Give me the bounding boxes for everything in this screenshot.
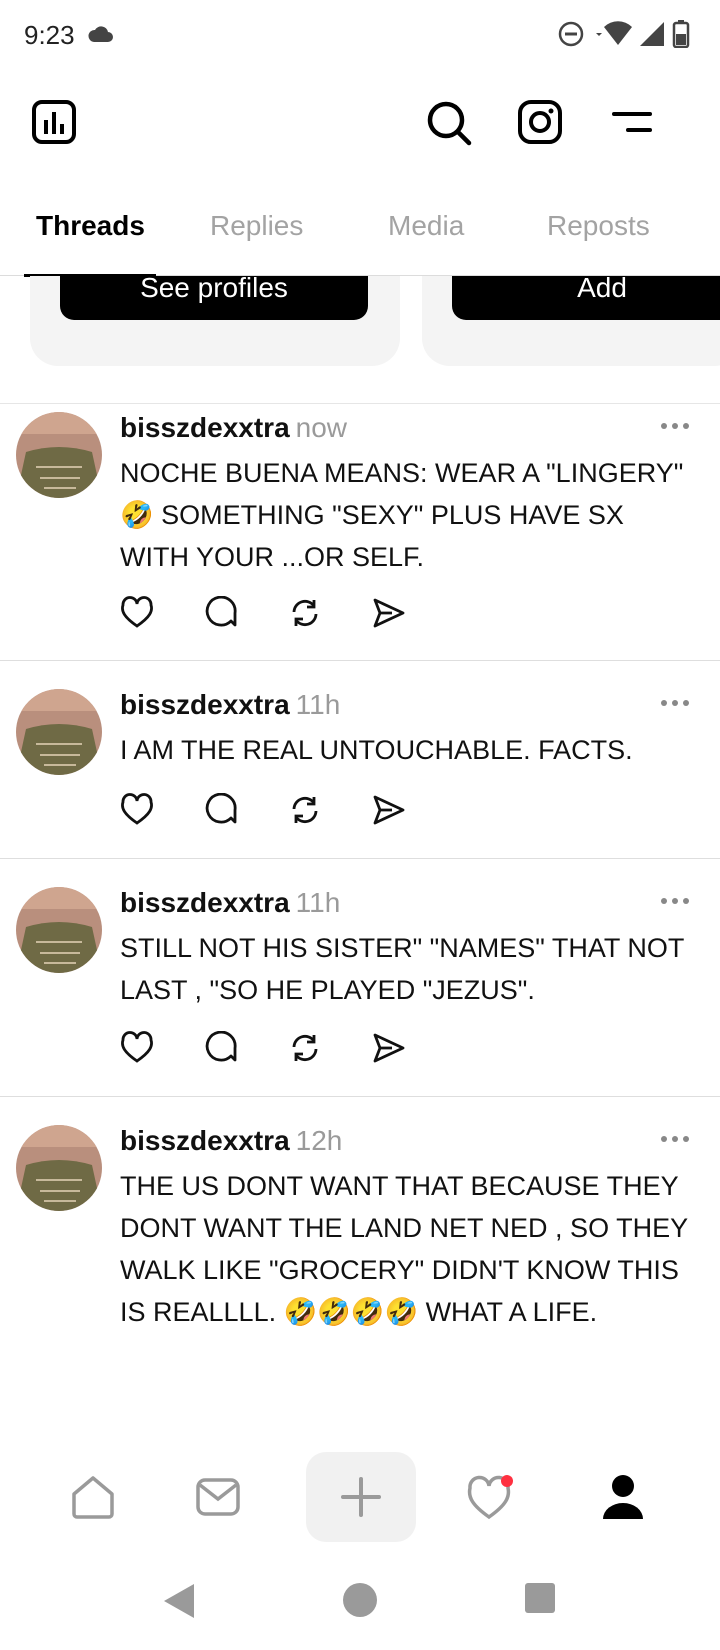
repost-icon[interactable] [288, 793, 322, 827]
post-header: bisszdexxtra 11h [120, 887, 340, 919]
comment-icon[interactable] [204, 792, 238, 827]
thread-post[interactable]: bisszdexxtra 12h THE US DONT WANT THAT BE… [0, 1097, 720, 1452]
more-options-icon[interactable] [660, 893, 690, 911]
post-actions [120, 595, 406, 630]
cloud-icon [88, 26, 114, 47]
share-icon[interactable] [372, 793, 406, 827]
share-icon[interactable] [372, 1031, 406, 1065]
tab-media[interactable]: Media [388, 210, 464, 242]
timestamp: 11h [295, 887, 341, 918]
timestamp: 12h [295, 1125, 343, 1156]
system-navigation [0, 1560, 720, 1650]
wifi-icon [592, 21, 632, 52]
post-text: THE US DONT WANT THAT BECAUSE THEY DONT … [120, 1171, 688, 1327]
username[interactable]: bisszdexxtra [120, 689, 290, 720]
share-icon[interactable] [372, 596, 406, 630]
post-text: I AM THE REAL UNTOUCHABLE. FACTS. [120, 735, 633, 765]
post-text: NOCHE BUENA MEANS: WEAR A "LINGERY" 🤣 SO… [120, 458, 684, 572]
username[interactable]: bisszdexxtra [120, 887, 290, 918]
avatar[interactable] [16, 1125, 102, 1211]
profile-tabs: Threads Replies Media Reposts [0, 190, 720, 277]
battery-icon [672, 20, 690, 53]
repost-icon[interactable] [288, 1031, 322, 1065]
suggestion-cards: See profiles Add [0, 276, 720, 404]
post-header: bisszdexxtra 11h [120, 689, 340, 721]
more-options-icon[interactable] [660, 418, 690, 436]
add-button-label: Add [577, 276, 627, 303]
menu-icon[interactable] [612, 100, 652, 144]
suggestion-card: Add [422, 276, 720, 366]
insights-icon[interactable] [32, 100, 76, 144]
inbox-icon[interactable] [163, 1452, 273, 1542]
new-thread-button[interactable] [306, 1452, 416, 1542]
search-icon[interactable] [426, 100, 472, 146]
avatar[interactable] [16, 887, 102, 973]
status-icons [558, 20, 690, 53]
heart-icon[interactable] [437, 1452, 547, 1542]
home-button-icon[interactable] [342, 1582, 378, 1623]
like-icon[interactable] [120, 596, 154, 630]
username[interactable]: bisszdexxtra [120, 1125, 290, 1156]
thread-post[interactable]: bisszdexxtra now NOCHE BUENA MEANS: WEAR … [0, 404, 720, 661]
profile-icon[interactable] [568, 1452, 678, 1542]
tab-replies[interactable]: Replies [210, 210, 303, 242]
like-icon[interactable] [120, 1031, 154, 1065]
timestamp: now [295, 412, 348, 443]
like-icon[interactable] [120, 793, 154, 827]
post-text: STILL NOT HIS SISTER" "NAMES" THAT NOT L… [120, 933, 684, 1005]
post-header: bisszdexxtra now [120, 412, 347, 444]
post-header: bisszdexxtra 12h [120, 1125, 342, 1157]
status-time: 9:23 [24, 20, 75, 50]
tab-threads[interactable]: Threads [36, 210, 145, 242]
home-icon[interactable] [38, 1452, 148, 1542]
bottom-navigation [0, 1452, 720, 1542]
comment-icon[interactable] [204, 595, 238, 630]
timestamp: 11h [295, 689, 341, 720]
status-bar: 9:23 [0, 0, 720, 72]
post-actions [120, 792, 406, 827]
dnd-icon [558, 21, 584, 52]
recents-icon[interactable] [524, 1582, 556, 1619]
see-profiles-button[interactable]: See profiles [60, 276, 368, 320]
instagram-icon[interactable] [518, 100, 562, 144]
signal-icon [640, 22, 664, 51]
tab-reposts[interactable]: Reposts [547, 210, 650, 242]
avatar[interactable] [16, 689, 102, 775]
back-icon[interactable] [162, 1582, 196, 1625]
app-header [0, 90, 720, 160]
plus-icon [341, 1477, 381, 1517]
username[interactable]: bisszdexxtra [120, 412, 290, 443]
more-options-icon[interactable] [660, 1131, 690, 1149]
thread-post[interactable]: bisszdexxtra 11h I AM THE REAL UNTOUCHABL… [0, 661, 720, 859]
avatar[interactable] [16, 412, 102, 498]
more-options-icon[interactable] [660, 695, 690, 713]
repost-icon[interactable] [288, 596, 322, 630]
suggestion-card: See profiles [30, 276, 400, 366]
add-button[interactable]: Add [452, 276, 720, 320]
thread-post[interactable]: bisszdexxtra 11h STILL NOT HIS SISTER" "N… [0, 859, 720, 1097]
post-actions [120, 1030, 406, 1065]
comment-icon[interactable] [204, 1030, 238, 1065]
